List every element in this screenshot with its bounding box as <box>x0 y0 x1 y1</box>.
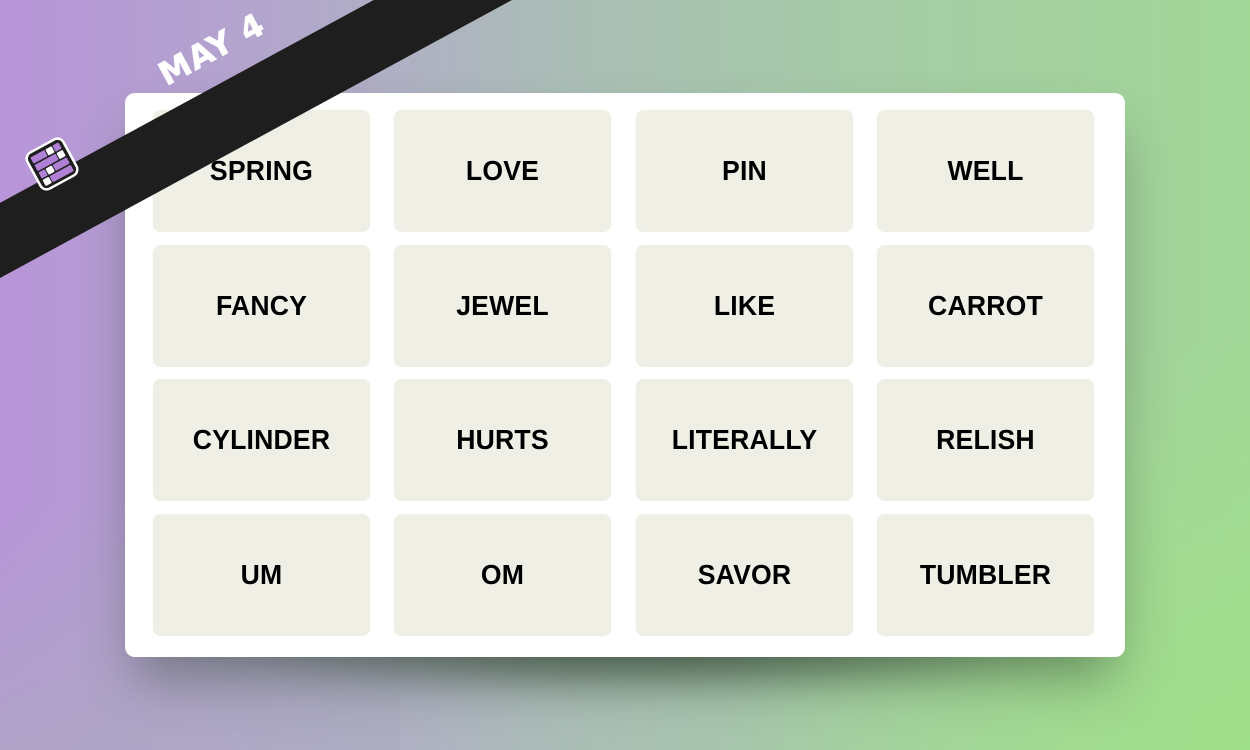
word-tile[interactable]: UM <box>152 514 371 637</box>
word-tile[interactable]: FANCY <box>152 244 371 367</box>
word-tile[interactable]: SAVOR <box>635 514 853 637</box>
word-tile[interactable]: CARROT <box>876 244 1095 367</box>
word-tile[interactable]: LITERALLY <box>635 379 853 502</box>
word-tile[interactable]: WELL <box>876 110 1095 232</box>
word-tile[interactable]: JEWEL <box>394 244 612 367</box>
word-tile[interactable]: LIKE <box>635 244 853 367</box>
word-tile[interactable]: RELISH <box>876 379 1095 502</box>
word-tile[interactable]: PIN <box>635 110 853 232</box>
game-board-panel: SPRING LOVE PIN WELL FANCY JEWEL LIKE CA… <box>125 93 1125 657</box>
word-tile[interactable]: TUMBLER <box>876 514 1095 637</box>
word-tile[interactable]: HURTS <box>394 379 612 502</box>
word-tile[interactable]: CYLINDER <box>152 379 371 502</box>
word-tile[interactable]: LOVE <box>394 110 612 232</box>
word-grid: SPRING LOVE PIN WELL FANCY JEWEL LIKE CA… <box>147 110 1100 637</box>
word-tile[interactable]: OM <box>394 514 612 637</box>
